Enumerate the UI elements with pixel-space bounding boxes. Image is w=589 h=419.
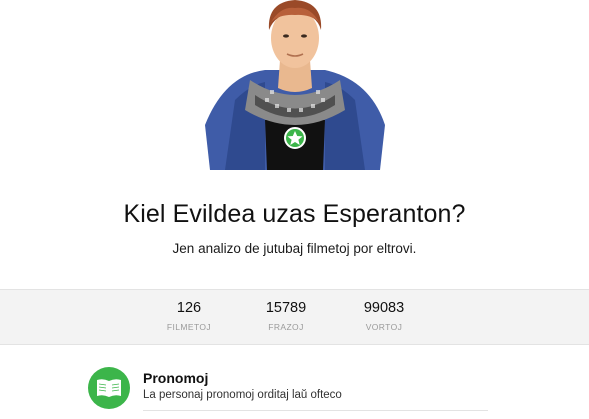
- feature-icon-circle: [88, 367, 130, 409]
- stat-videos-label: FILMETOJ: [166, 322, 212, 332]
- stat-words-value: 99083: [363, 300, 405, 316]
- stat-sentences: 15789 FRAZOJ: [236, 300, 336, 332]
- book-icon: [97, 379, 121, 397]
- page-title: Kiel Evildea uzas Esperanton?: [123, 200, 466, 228]
- divider: [143, 410, 488, 411]
- page-subtitle: Jen analizo de jutubaj filmetoj por eltr…: [172, 241, 417, 256]
- stat-videos: 126 FILMETOJ: [139, 300, 239, 332]
- stat-videos-value: 126: [176, 300, 202, 316]
- stats-bar: 126 FILMETOJ 15789 FRAZOJ 99083 VORTOJ: [0, 289, 589, 345]
- feature-item-pronouns[interactable]: Pronomoj La personaj pronomoj orditaj la…: [88, 367, 508, 419]
- stat-words-label: VORTOJ: [365, 322, 403, 332]
- stat-words: 99083 VORTOJ: [334, 300, 434, 332]
- stat-sentences-label: FRAZOJ: [268, 322, 304, 332]
- portrait-illustration: [205, 0, 385, 170]
- feature-description: La personaj pronomoj orditaj laŭ ofteco: [143, 389, 342, 401]
- feature-title: Pronomoj: [143, 370, 209, 386]
- stat-sentences-value: 15789: [265, 300, 307, 316]
